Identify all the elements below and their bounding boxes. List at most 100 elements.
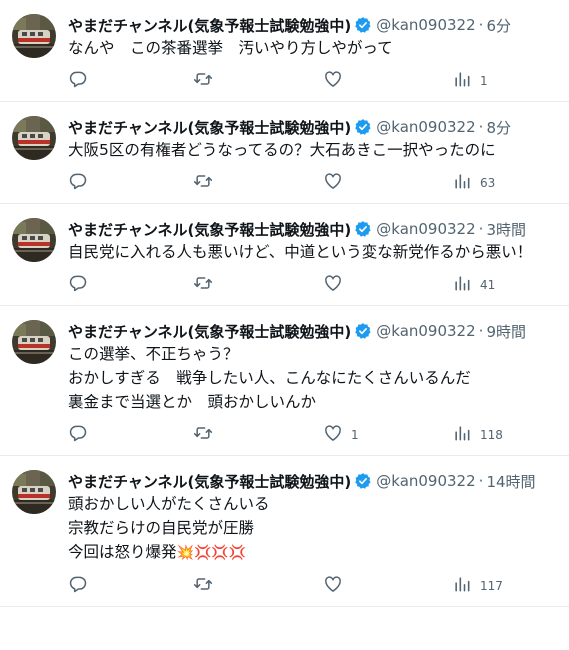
author-handle[interactable]: @kan090322 bbox=[376, 472, 475, 490]
reply-button[interactable] bbox=[68, 69, 88, 92]
views-button[interactable]: 1 bbox=[452, 69, 488, 92]
author-handle[interactable]: @kan090322 bbox=[376, 16, 475, 34]
tweet-text-line: 自民党に入れる人も悪いけど、中道という変な新党作るから悪い！ bbox=[68, 243, 533, 261]
author-handle[interactable]: @kan090322 bbox=[376, 118, 475, 136]
author-name[interactable]: やまだチャンネル(気象予報士試験勉強中) bbox=[68, 219, 351, 240]
verified-badge-icon bbox=[354, 16, 372, 34]
like-icon bbox=[323, 171, 343, 194]
reply-button[interactable] bbox=[68, 574, 88, 597]
separator-dot: · bbox=[478, 118, 484, 136]
tweet[interactable]: やまだチャンネル(気象予報士試験勉強中) @kan090322 · 14時間 頭… bbox=[0, 456, 569, 607]
tweet-timestamp[interactable]: 8分 bbox=[486, 117, 511, 138]
tweet-actions: 1 118 bbox=[68, 417, 557, 455]
like-icon bbox=[323, 69, 343, 92]
like-icon bbox=[323, 574, 343, 597]
tweet-text: 頭おかしい人がたくさんいる 宗教だらけの自民党が圧勝 今回は怒り爆発💥💢💢💢 bbox=[68, 492, 557, 565]
separator-dot: · bbox=[478, 472, 484, 490]
emoji-reaction: 💥💢💢💢 bbox=[176, 545, 247, 561]
views-icon bbox=[452, 423, 472, 446]
avatar[interactable] bbox=[12, 116, 56, 160]
retweet-icon bbox=[193, 69, 213, 92]
retweet-icon bbox=[193, 273, 213, 296]
retweet-icon bbox=[193, 171, 213, 194]
author-name[interactable]: やまだチャンネル(気象予報士試験勉強中) bbox=[68, 117, 351, 138]
views-button[interactable]: 63 bbox=[452, 171, 495, 194]
avatar[interactable] bbox=[12, 470, 56, 514]
tweet-text-line: 頭おかしい人がたくさんいる bbox=[68, 495, 270, 513]
views-count: 118 bbox=[480, 427, 503, 442]
tweet-actions: 1 bbox=[68, 63, 557, 101]
like-button[interactable] bbox=[323, 574, 351, 597]
tweet-header: やまだチャンネル(気象予報士試験勉強中) @kan090322 · 14時間 bbox=[68, 470, 557, 492]
tweet-actions: 117 bbox=[68, 568, 557, 606]
tweet-timestamp[interactable]: 6分 bbox=[486, 15, 511, 36]
reply-icon bbox=[68, 423, 88, 446]
tweet-actions: 41 bbox=[68, 267, 557, 305]
tweet-timestamp[interactable]: 3時間 bbox=[486, 219, 526, 240]
reply-icon bbox=[68, 574, 88, 597]
views-button[interactable]: 118 bbox=[452, 423, 503, 446]
tweet-text-line: 宗教だらけの自民党が圧勝 bbox=[68, 519, 255, 537]
separator-dot: · bbox=[478, 322, 484, 340]
author-name[interactable]: やまだチャンネル(気象予報士試験勉強中) bbox=[68, 471, 351, 492]
retweet-button[interactable] bbox=[193, 69, 213, 92]
reply-icon bbox=[68, 171, 88, 194]
author-name[interactable]: やまだチャンネル(気象予報士試験勉強中) bbox=[68, 15, 351, 36]
reply-button[interactable] bbox=[68, 423, 88, 446]
tweet-text: 大阪5区の有権者どうなってるの？大石あきこ一択やったのに bbox=[68, 138, 557, 162]
reply-button[interactable] bbox=[68, 171, 88, 194]
tweet-text-line: 裏金まで当選とか 頭おかしいんか bbox=[68, 393, 317, 411]
verified-badge-icon bbox=[354, 322, 372, 340]
tweet-actions: 63 bbox=[68, 165, 557, 203]
like-icon bbox=[323, 423, 343, 446]
tweet-timestamp[interactable]: 9時間 bbox=[486, 321, 526, 342]
tweet[interactable]: やまだチャンネル(気象予報士試験勉強中) @kan090322 · 3時間 自民… bbox=[0, 204, 569, 306]
verified-badge-icon bbox=[354, 220, 372, 238]
verified-badge-icon bbox=[354, 472, 372, 490]
tweet-header: やまだチャンネル(気象予報士試験勉強中) @kan090322 · 6分 bbox=[68, 14, 557, 36]
like-button[interactable] bbox=[323, 273, 351, 296]
author-handle[interactable]: @kan090322 bbox=[376, 322, 475, 340]
like-count: 1 bbox=[351, 427, 359, 442]
views-button[interactable]: 41 bbox=[452, 273, 495, 296]
retweet-button[interactable] bbox=[193, 273, 213, 296]
views-count: 63 bbox=[480, 175, 496, 190]
separator-dot: · bbox=[478, 220, 484, 238]
tweet[interactable]: やまだチャンネル(気象予報士試験勉強中) @kan090322 · 9時間 この… bbox=[0, 306, 569, 456]
retweet-icon bbox=[193, 574, 213, 597]
retweet-button[interactable] bbox=[193, 423, 213, 446]
tweet-feed: やまだチャンネル(気象予報士試験勉強中) @kan090322 · 6分 なんや… bbox=[0, 0, 569, 607]
tweet-text-line: この選挙、不正ちゃう？ bbox=[68, 345, 239, 363]
views-count: 1 bbox=[480, 73, 488, 88]
like-button[interactable] bbox=[323, 171, 351, 194]
tweet-text-line: おかしすぎる 戦争したい人、こんなにたくさんいるんだ bbox=[68, 369, 471, 387]
reply-button[interactable] bbox=[68, 273, 88, 296]
views-count: 117 bbox=[480, 578, 503, 593]
author-handle[interactable]: @kan090322 bbox=[376, 220, 475, 238]
tweet-timestamp[interactable]: 14時間 bbox=[486, 471, 535, 492]
tweet-text-line: 大阪5区の有権者どうなってるの？大石あきこ一択やったのに bbox=[68, 141, 496, 159]
tweet-text-line: なんや この茶番選挙 汚いやり方しやがって bbox=[68, 39, 393, 57]
views-icon bbox=[452, 69, 472, 92]
tweet[interactable]: やまだチャンネル(気象予報士試験勉強中) @kan090322 · 8分 大阪5… bbox=[0, 102, 569, 204]
retweet-button[interactable] bbox=[193, 574, 213, 597]
like-button[interactable]: 1 bbox=[323, 423, 359, 446]
views-button[interactable]: 117 bbox=[452, 574, 503, 597]
like-icon bbox=[323, 273, 343, 296]
tweet-text: なんや この茶番選挙 汚いやり方しやがって bbox=[68, 36, 557, 60]
avatar[interactable] bbox=[12, 218, 56, 262]
views-icon bbox=[452, 273, 472, 296]
retweet-button[interactable] bbox=[193, 171, 213, 194]
avatar[interactable] bbox=[12, 14, 56, 58]
avatar[interactable] bbox=[12, 320, 56, 364]
views-count: 41 bbox=[480, 277, 496, 292]
separator-dot: · bbox=[478, 16, 484, 34]
tweet-text: この選挙、不正ちゃう？ おかしすぎる 戦争したい人、こんなにたくさんいるんだ 裏金ま… bbox=[68, 342, 557, 414]
tweet-text: 自民党に入れる人も悪いけど、中道という変な新党作るから悪い！ bbox=[68, 240, 557, 264]
author-name[interactable]: やまだチャンネル(気象予報士試験勉強中) bbox=[68, 321, 351, 342]
retweet-icon bbox=[193, 423, 213, 446]
reply-icon bbox=[68, 273, 88, 296]
like-button[interactable] bbox=[323, 69, 351, 92]
views-icon bbox=[452, 171, 472, 194]
tweet[interactable]: やまだチャンネル(気象予報士試験勉強中) @kan090322 · 6分 なんや… bbox=[0, 0, 569, 102]
